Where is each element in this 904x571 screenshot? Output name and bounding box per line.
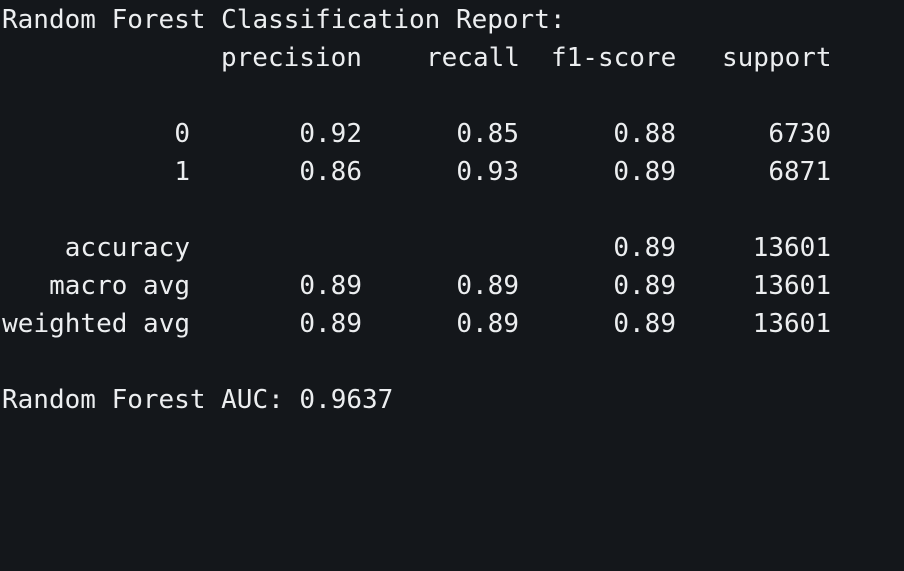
row-precision: 0.89 [299,309,362,339]
summary-row-accuracy: accuracy 0.89 13601 [0,229,904,267]
header-recall: recall [426,43,520,73]
row-precision: 0.89 [299,271,362,301]
summary-row-macro-avg: macro avg 0.89 0.89 0.89 13601 [0,267,904,305]
row-support: 13601 [752,271,831,301]
header-support: support [722,43,832,73]
row-support: 13601 [752,309,831,339]
class-row: 1 0.86 0.93 0.89 6871 [0,153,904,191]
class-row: 0 0.92 0.85 0.88 6730 [0,115,904,153]
row-label: weighted avg [2,309,190,339]
row-support: 13601 [752,233,831,263]
row-precision: 0.86 [299,157,362,187]
row-f1-score: 0.89 [613,157,676,187]
row-support: 6871 [768,157,831,187]
row-f1-score: 0.89 [613,233,676,263]
summary-row-weighted-avg: weighted avg 0.89 0.89 0.89 13601 [0,305,904,343]
row-f1-score: 0.88 [613,119,676,149]
row-f1-score: 0.89 [613,271,676,301]
row-label: accuracy [64,233,190,263]
report-title: Random Forest Classification Report: [2,5,566,35]
row-precision: 0.92 [299,119,362,149]
row-recall: 0.89 [456,309,519,339]
row-f1-score: 0.89 [613,309,676,339]
terminal-output: Random Forest Classification Report: pre… [0,0,904,428]
row-label: macro avg [49,271,190,301]
row-recall: 0.93 [456,157,519,187]
auc-line: Random Forest AUC: 0.9637 [0,381,904,419]
row-label: 1 [174,157,190,187]
row-support: 6730 [768,119,831,149]
header-row: precision recall f1-score support [0,39,904,77]
auc-text: Random Forest AUC: 0.9637 [2,385,394,415]
row-recall: 0.89 [456,271,519,301]
row-label: 0 [174,119,190,149]
header-precision: precision [221,43,362,73]
row-recall: 0.85 [456,119,519,149]
report-title-line: Random Forest Classification Report: [0,1,904,39]
header-f1-score: f1-score [551,43,677,73]
